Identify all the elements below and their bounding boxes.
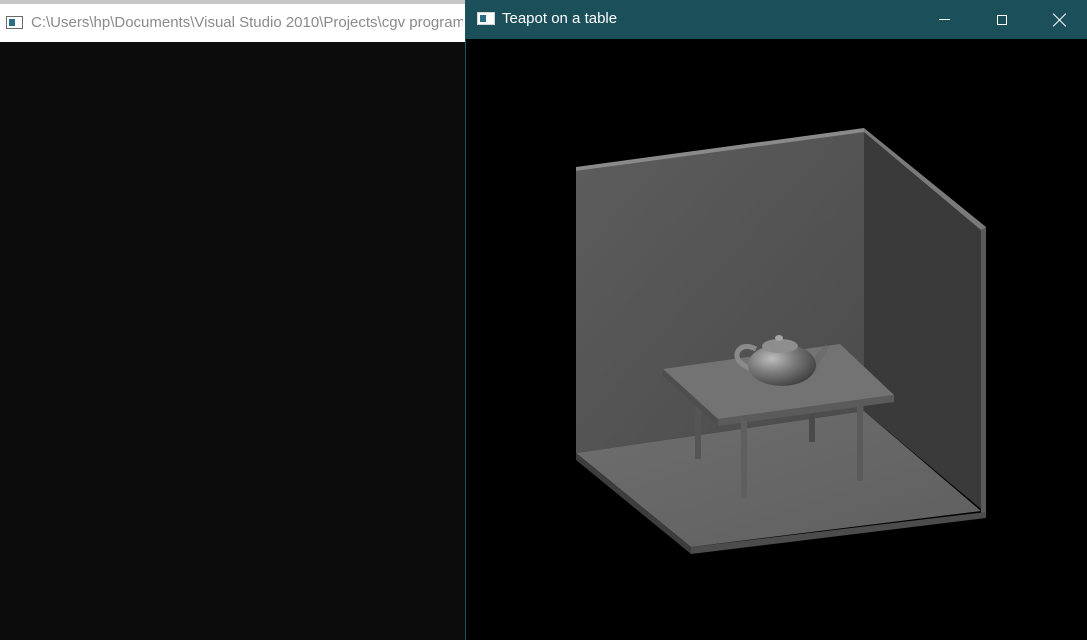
gl-titlebar[interactable]: Teapot on a table bbox=[466, 0, 1087, 39]
app-window-icon bbox=[477, 12, 495, 25]
gl-window-title: Teapot on a table bbox=[502, 10, 618, 27]
table-leg bbox=[857, 404, 863, 481]
render-canvas[interactable] bbox=[466, 39, 1087, 640]
minimize-icon bbox=[938, 19, 950, 20]
maximize-button[interactable] bbox=[973, 0, 1031, 39]
teapot-lid bbox=[762, 339, 798, 353]
console-titlebar[interactable]: C:\Users\hp\Documents\Visual Studio 2010… bbox=[0, 0, 466, 42]
table-leg bbox=[741, 421, 747, 498]
teapot-knob bbox=[775, 335, 783, 341]
console-window-title: C:\Users\hp\Documents\Visual Studio 2010… bbox=[31, 14, 463, 31]
close-icon bbox=[1053, 13, 1067, 27]
console-app-icon bbox=[6, 16, 23, 29]
close-button[interactable] bbox=[1031, 0, 1087, 39]
console-window[interactable]: C:\Users\hp\Documents\Visual Studio 2010… bbox=[0, 0, 466, 640]
maximize-icon bbox=[997, 14, 1007, 25]
gl-window[interactable]: Teapot on a table bbox=[465, 0, 1087, 640]
minimize-button[interactable] bbox=[915, 0, 973, 39]
right-wall-edge bbox=[981, 227, 986, 517]
